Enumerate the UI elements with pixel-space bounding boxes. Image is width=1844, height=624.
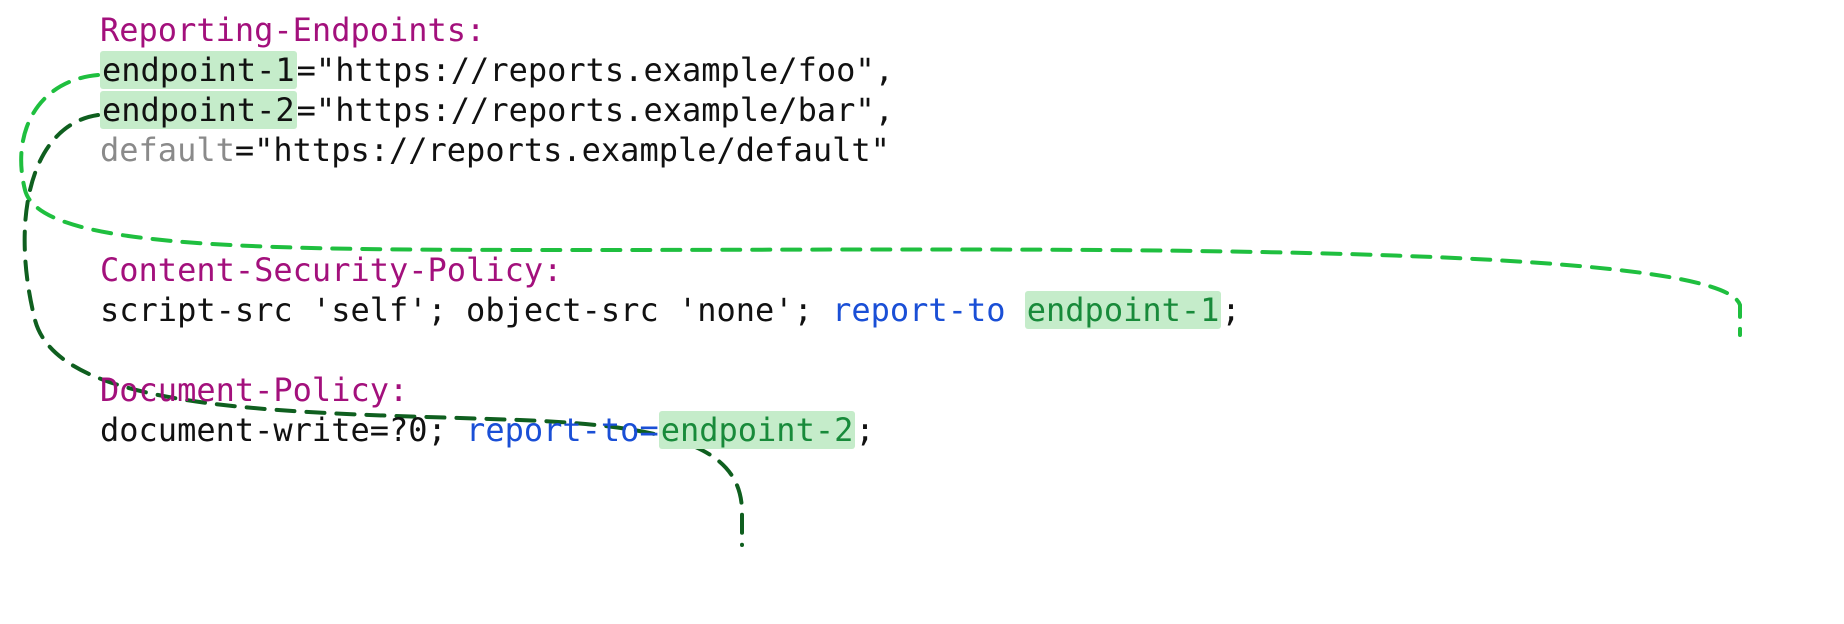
docpolicy-tail: ; bbox=[855, 411, 874, 449]
csp-body-prefix: script-src 'self'; object-src 'none'; bbox=[100, 291, 832, 329]
reporting-key-endpoint-2: endpoint-2 bbox=[100, 91, 297, 129]
csp-tail: ; bbox=[1221, 291, 1240, 329]
reporting-url-1: "https://reports.example/bar" bbox=[316, 91, 875, 129]
reporting-url-0: "https://reports.example/foo" bbox=[316, 51, 875, 89]
code-block: Reporting-Endpoints: endpoint-1="https:/… bbox=[100, 10, 1241, 450]
reporting-eq-0: = bbox=[297, 51, 316, 89]
reporting-tail-0: , bbox=[875, 51, 894, 89]
docpolicy-body-prefix: document-write=?0; bbox=[100, 411, 466, 449]
header-csp: Content-Security-Policy: bbox=[100, 251, 562, 289]
docpolicy-report-to-directive: report-to= bbox=[466, 411, 659, 449]
reporting-url-2: "https://reports.example/default" bbox=[254, 131, 890, 169]
docpolicy-endpoint-ref: endpoint-2 bbox=[659, 411, 856, 449]
header-reporting-endpoints: Reporting-Endpoints: bbox=[100, 11, 485, 49]
reporting-eq-1: = bbox=[297, 91, 316, 129]
header-document-policy: Document-Policy: bbox=[100, 371, 408, 409]
reporting-key-endpoint-1: endpoint-1 bbox=[100, 51, 297, 89]
reporting-tail-1: , bbox=[875, 91, 894, 129]
reporting-key-default: default bbox=[100, 131, 235, 169]
reporting-eq-2: = bbox=[235, 131, 254, 169]
csp-endpoint-ref: endpoint-1 bbox=[1025, 291, 1222, 329]
csp-report-to-directive: report-to bbox=[832, 291, 1025, 329]
